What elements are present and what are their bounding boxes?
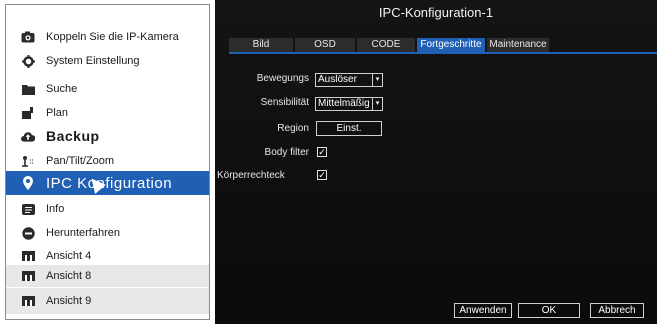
menu-item-view-9[interactable]: Ansicht 9	[6, 288, 209, 314]
tab-maintenance[interactable]: Maintenance	[487, 38, 549, 52]
sensitivity-value: Mittelmäßig	[318, 98, 370, 109]
ok-button[interactable]: OK	[518, 303, 580, 318]
menu-item-search[interactable]: Suche	[6, 78, 209, 100]
gear-icon	[21, 54, 35, 68]
menu-item-label: Herunterfahren	[46, 227, 120, 239]
info-icon	[21, 202, 35, 216]
menu-item-label: Pan/Tilt/Zoom	[46, 155, 115, 167]
menu-item-label: Ansicht 9	[46, 295, 92, 307]
cloud-upload-icon	[21, 129, 35, 143]
camera-icon	[21, 30, 35, 44]
dropdown-arrow-icon: ▾	[372, 74, 382, 86]
menu-item-label: Ansicht 8	[46, 270, 92, 282]
menu-item-label: Koppeln Sie die IP-Kamera	[46, 31, 179, 43]
dropdown-arrow-icon: ▾	[372, 98, 382, 110]
location-pin-icon	[21, 176, 35, 190]
search-folder-icon	[21, 82, 35, 96]
menu-item-label: Info	[46, 203, 65, 215]
menu-item-label: Ansicht 4	[46, 250, 92, 262]
menu-item-system-settings[interactable]: System Einstellung	[6, 50, 209, 72]
menu-item-backup[interactable]: Backup	[6, 124, 209, 148]
ipc-configuration-panel: IPC-Konfiguration-1 Bild OSD CODE Fortge…	[215, 0, 657, 324]
panel-title: IPC-Konfiguration-1	[378, 5, 494, 20]
cancel-button[interactable]: Abbrech	[590, 303, 644, 318]
menu-item-label: System Einstellung	[46, 55, 140, 67]
region-settings-button[interactable]: Einst.	[316, 121, 382, 136]
tab-underline	[229, 52, 657, 54]
body-filter-checkbox[interactable]: ✓	[317, 147, 327, 157]
motion-trigger-select[interactable]: Auslöser ▾	[315, 73, 383, 87]
sensitivity-label: Sensibilität	[260, 97, 309, 108]
body-rectangle-label: Körperrechteck	[217, 170, 285, 181]
menu-item-view-8[interactable]: Ansicht 8	[6, 265, 209, 287]
tab-code[interactable]: CODE	[357, 38, 415, 52]
grid-icon	[21, 249, 35, 263]
tab-advanced[interactable]: Fortgeschritte	[417, 38, 485, 52]
tab-bar: Bild OSD CODE Fortgeschritte Maintenance	[229, 38, 551, 52]
menu-item-ipc-configuration[interactable]: IPC Konfiguration	[6, 171, 209, 195]
region-label: Region	[277, 123, 309, 134]
body-rectangle-checkbox[interactable]: ✓	[317, 170, 327, 180]
menu-item-label: Plan	[46, 107, 69, 119]
menu-item-label: Backup	[46, 128, 100, 144]
grid-icon	[21, 269, 35, 283]
menu-item-pair-ip-camera[interactable]: Koppeln Sie die IP-Kamera	[6, 26, 209, 48]
grid-icon	[21, 294, 35, 308]
body-filter-label: Body filter	[264, 147, 309, 158]
motion-label: Bewegungs	[256, 73, 309, 84]
menu-item-label: IPC Konfiguration	[46, 174, 173, 192]
plan-icon	[21, 106, 35, 120]
menu-item-ptz[interactable]: Pan/Tilt/Zoom	[6, 150, 209, 172]
menu-item-info[interactable]: Info	[6, 198, 209, 220]
power-icon	[21, 226, 35, 240]
menu-item-label: Suche	[46, 83, 78, 95]
context-menu: Koppeln Sie die IP-Kamera System Einstel…	[5, 4, 210, 320]
motion-trigger-value: Auslöser	[318, 74, 357, 85]
apply-button[interactable]: Anwenden	[454, 303, 512, 318]
menu-item-plan[interactable]: Plan	[6, 102, 209, 124]
tab-osd[interactable]: OSD	[295, 38, 355, 52]
sensitivity-select[interactable]: Mittelmäßig ▾	[315, 97, 383, 111]
menu-item-shutdown[interactable]: Herunterfahren	[6, 222, 209, 244]
tab-image[interactable]: Bild	[229, 38, 293, 52]
menu-item-view-4[interactable]: Ansicht 4	[6, 245, 209, 267]
ptz-icon	[21, 154, 35, 168]
